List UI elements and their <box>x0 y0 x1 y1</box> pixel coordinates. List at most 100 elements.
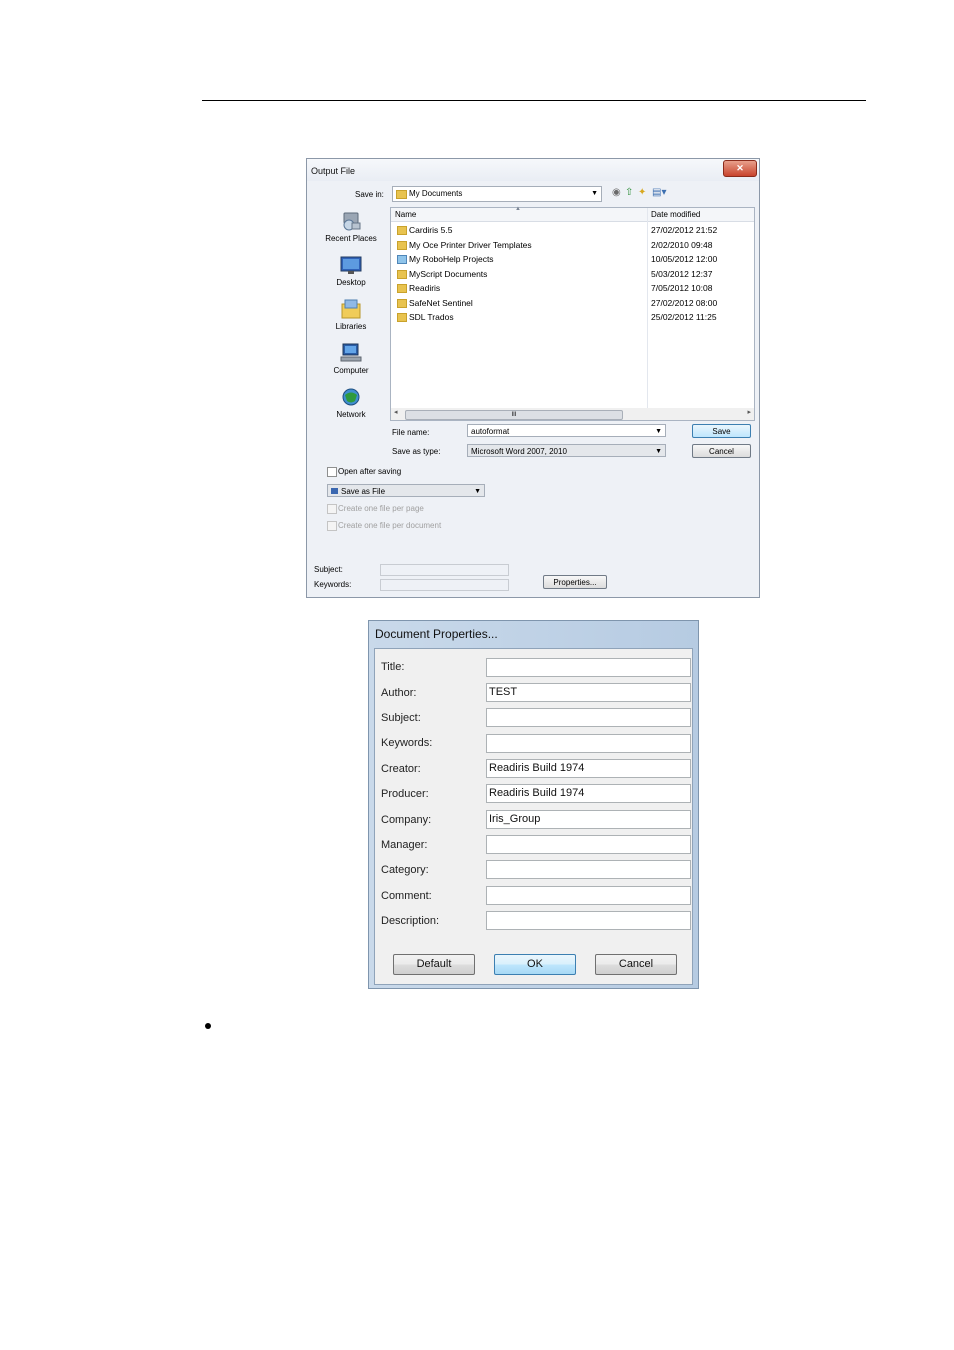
save-as-type-value: Microsoft Word 2007, 2010 <box>471 447 567 456</box>
file-name-value: autoformat <box>471 427 510 436</box>
computer-icon <box>340 343 362 362</box>
file-date: 10/05/2012 12:00 <box>651 254 718 264</box>
ok-button[interactable]: OK <box>494 954 576 975</box>
sort-ascending-icon: ▲ <box>515 206 521 212</box>
folder-icon <box>397 313 407 322</box>
file-date: 25/02/2012 11:25 <box>651 312 717 322</box>
keywords-label: Keywords: <box>314 580 352 589</box>
keywords-field[interactable] <box>380 579 509 591</box>
creator-field[interactable]: Readiris Build 1974 <box>486 759 691 778</box>
one-file-per-page-checkbox[interactable] <box>327 504 337 514</box>
save-mode-dropdown[interactable]: Save as File ▼ <box>327 484 485 497</box>
file-name: My RoboHelp Projects <box>409 254 494 264</box>
list-item[interactable]: SDL Trados 25/02/2012 11:25 <box>391 310 754 324</box>
keywords-label: Keywords: <box>381 737 433 749</box>
new-folder-icon[interactable]: ✦ <box>638 187 646 199</box>
folder-icon <box>397 226 407 235</box>
dropdown-arrow-icon: ▼ <box>591 190 598 197</box>
place-recent-places[interactable]: Recent Places <box>313 211 389 243</box>
creator-label: Creator: <box>381 763 421 775</box>
list-item[interactable]: SafeNet Sentinel 27/02/2012 08:00 <box>391 296 754 310</box>
one-file-per-document-checkbox[interactable] <box>327 521 337 531</box>
place-libraries[interactable]: Libraries <box>313 299 389 331</box>
save-mode-value: Save as File <box>341 487 386 496</box>
file-list[interactable]: ▲ Name Date modified Cardiris 5.5 27/02/… <box>390 206 755 421</box>
cancel-button[interactable]: Cancel <box>595 954 677 975</box>
subject-label: Subject: <box>381 712 421 724</box>
file-date: 7/05/2012 10:08 <box>651 283 713 293</box>
subject-field[interactable] <box>486 708 691 727</box>
place-label: Libraries <box>335 322 367 331</box>
column-date-modified[interactable]: Date modified <box>651 210 700 219</box>
close-button[interactable]: ✕ <box>723 160 757 177</box>
folder-icon <box>397 240 407 250</box>
header-rule <box>202 100 866 101</box>
list-item[interactable]: MyScript Documents 5/03/2012 12:37 <box>391 267 754 281</box>
one-file-per-page-label: Create one file per page <box>338 504 424 513</box>
network-icon <box>342 388 360 406</box>
open-after-saving-checkbox[interactable] <box>327 467 337 477</box>
company-label: Company: <box>381 814 432 826</box>
bullet-point <box>205 1023 211 1029</box>
scrollbar-thumb[interactable]: III <box>405 410 623 420</box>
producer-field[interactable]: Readiris Build 1974 <box>486 784 691 803</box>
file-date: 2/02/2010 09:48 <box>651 239 713 250</box>
save-as-type-label: Save as type: <box>392 447 441 456</box>
scroll-right-icon[interactable]: ▸ <box>747 408 751 416</box>
folder-icon <box>396 190 407 199</box>
libraries-icon <box>341 299 361 319</box>
category-label: Category: <box>381 864 429 876</box>
save-button[interactable]: Save <box>692 424 751 438</box>
place-label: Desktop <box>336 278 366 287</box>
place-computer[interactable]: Computer <box>313 343 389 375</box>
view-menu-icon[interactable]: ▤▾ <box>652 187 666 199</box>
place-label: Network <box>336 410 366 419</box>
scroll-left-icon[interactable]: ◂ <box>394 408 398 416</box>
description-field[interactable] <box>486 911 691 930</box>
horizontal-scrollbar[interactable]: ◂ III ▸ <box>391 408 754 420</box>
save-in-dropdown[interactable]: My Documents ▼ <box>392 186 602 202</box>
back-icon[interactable]: ◉ <box>612 187 621 199</box>
list-item[interactable]: My RoboHelp Projects 10/05/2012 12:00 <box>391 252 754 266</box>
dropdown-arrow-icon: ▼ <box>655 448 662 455</box>
cancel-button[interactable]: Cancel <box>692 444 751 458</box>
description-label: Description: <box>381 915 440 927</box>
keywords-field[interactable] <box>486 734 691 753</box>
list-item[interactable]: My Oce Printer Driver Templates 2/02/201… <box>391 238 754 252</box>
output-file-title: Output File <box>311 166 356 176</box>
document-properties-body: Title: Author: TEST Subject: Keywords: C… <box>374 648 693 985</box>
file-name: My Oce Printer Driver Templates <box>409 239 532 250</box>
file-date: 27/02/2012 21:52 <box>651 225 718 235</box>
place-label: Computer <box>333 366 369 375</box>
one-file-per-document-label: Create one file per document <box>338 521 442 530</box>
open-after-saving-label: Open after saving <box>338 467 402 476</box>
company-field[interactable]: Iris_Group <box>486 810 691 829</box>
floppy-disk-icon <box>331 488 338 494</box>
dropdown-arrow-icon: ▼ <box>655 428 662 435</box>
category-field[interactable] <box>486 860 691 879</box>
up-folder-icon[interactable]: ⇧ <box>625 187 633 199</box>
list-item[interactable]: Cardiris 5.5 27/02/2012 21:52 <box>391 223 754 237</box>
robohelp-folder-icon <box>397 255 407 264</box>
file-name-field[interactable]: autoformat ▼ <box>467 424 666 437</box>
save-in-value: My Documents <box>409 189 463 198</box>
properties-button[interactable]: Properties... <box>543 575 607 589</box>
manager-field[interactable] <box>486 835 691 854</box>
place-label: Recent Places <box>325 234 377 243</box>
subject-field[interactable] <box>380 564 509 576</box>
author-label: Author: <box>381 687 417 699</box>
document-properties-title: Document Properties... <box>375 627 498 641</box>
title-field[interactable] <box>486 658 691 677</box>
comment-field[interactable] <box>486 886 691 905</box>
places-bar: Recent Places Desktop Libraries Computer… <box>313 207 389 432</box>
document-properties-dialog: Document Properties... Title: Author: TE… <box>368 620 699 989</box>
save-as-type-dropdown[interactable]: Microsoft Word 2007, 2010 ▼ <box>467 444 666 457</box>
place-desktop[interactable]: Desktop <box>313 255 389 287</box>
list-item[interactable]: Readiris 7/05/2012 10:08 <box>391 281 754 295</box>
column-name[interactable]: Name <box>395 210 416 219</box>
output-file-dialog: Output File ✕ Save in: My Documents ▼ ◉ … <box>306 158 760 598</box>
manager-label: Manager: <box>381 839 428 851</box>
author-field[interactable]: TEST <box>486 683 691 702</box>
place-network[interactable]: Network <box>313 387 389 419</box>
default-button[interactable]: Default <box>393 954 475 975</box>
